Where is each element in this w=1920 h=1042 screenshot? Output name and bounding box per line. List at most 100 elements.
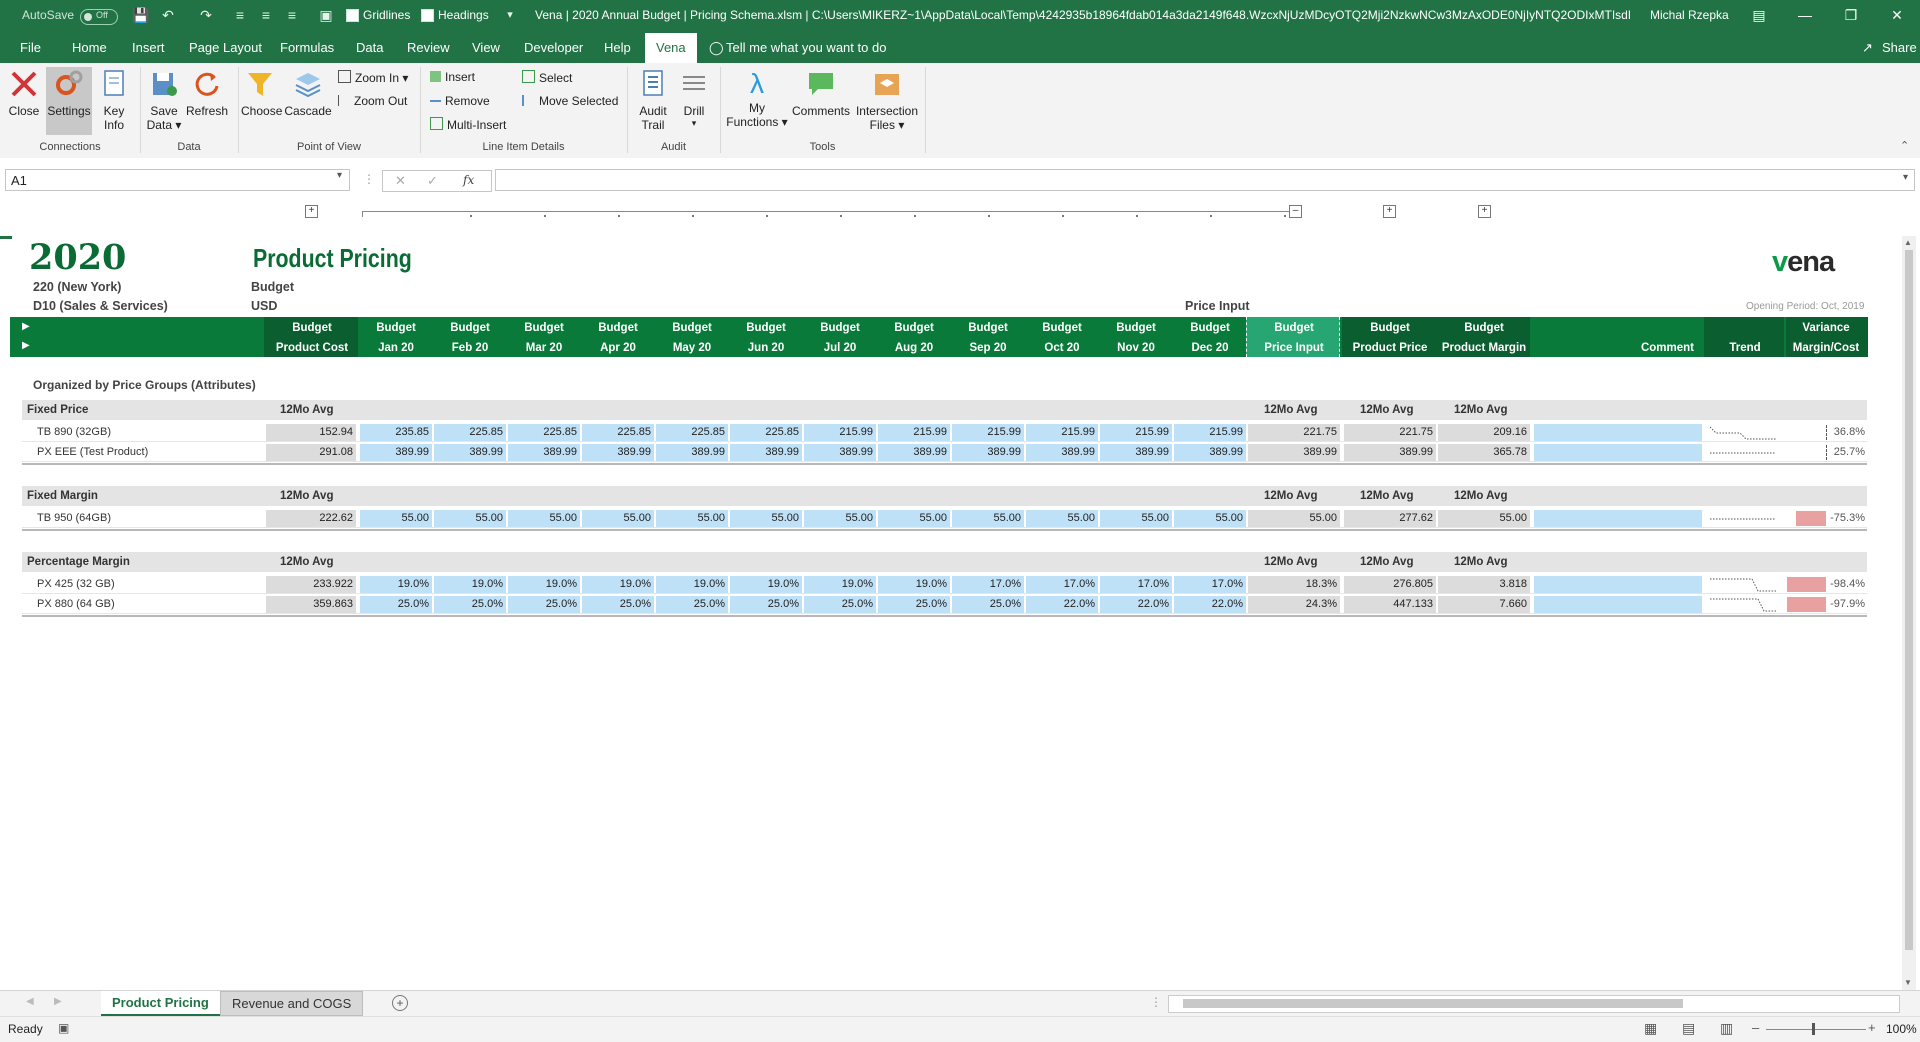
tab-view[interactable]: View	[472, 40, 500, 55]
share-icon[interactable]: ↗	[1862, 40, 1873, 56]
table-cell[interactable]: 55.00	[434, 510, 506, 527]
ribbon-display-icon[interactable]: ▤	[1748, 5, 1770, 25]
table-cell[interactable]: 25.0%	[434, 596, 506, 613]
table-cell[interactable]: 25.0%	[878, 596, 950, 613]
headings-checkbox[interactable]	[421, 9, 434, 22]
align-left-icon[interactable]: ≡	[230, 6, 250, 24]
gridlines-checkbox[interactable]	[346, 9, 359, 22]
comment-cell[interactable]	[1534, 444, 1702, 461]
redo-icon[interactable]: ↷	[196, 6, 216, 24]
tab-insert[interactable]: Insert	[132, 40, 165, 55]
table-cell[interactable]: 19.0%	[508, 576, 580, 593]
name-box[interactable]: A1	[5, 169, 350, 191]
select-button[interactable]: Select	[522, 70, 572, 85]
table-cell[interactable]: 22.0%	[1026, 596, 1098, 613]
table-cell[interactable]: 25.0%	[656, 596, 728, 613]
tab-developer[interactable]: Developer	[524, 40, 583, 55]
table-cell[interactable]: 25.0%	[508, 596, 580, 613]
my-functions-button[interactable]: λ My Functions ▾	[726, 69, 788, 130]
table-cell[interactable]: 17.0%	[1026, 576, 1098, 593]
tab-formulas[interactable]: Formulas	[280, 40, 334, 55]
table-cell[interactable]: 19.0%	[730, 576, 802, 593]
expand-row-icon[interactable]: ▶	[22, 321, 30, 332]
table-cell[interactable]: 215.99	[804, 424, 876, 441]
table-cell[interactable]: 19.0%	[878, 576, 950, 593]
table-cell[interactable]: 55.00	[1100, 510, 1172, 527]
zoom-out-button[interactable]: Zoom Out	[338, 94, 407, 108]
user-name[interactable]: Michal Rzepka	[1650, 8, 1729, 22]
table-cell[interactable]: 19.0%	[434, 576, 506, 593]
table-cell[interactable]: 25.0%	[952, 596, 1024, 613]
table-cell[interactable]: 225.85	[434, 424, 506, 441]
comment-cell[interactable]	[1534, 510, 1702, 527]
zoom-slider-thumb[interactable]	[1812, 1023, 1815, 1035]
enter-icon[interactable]: ✓	[427, 173, 438, 189]
table-cell[interactable]: 225.85	[508, 424, 580, 441]
table-cell[interactable]: 55.00	[804, 510, 876, 527]
add-sheet-icon[interactable]: +	[392, 995, 408, 1011]
worksheet[interactable]: 2020 Product Pricing 220 (New York) D10 …	[0, 236, 1916, 991]
table-cell[interactable]: 19.0%	[656, 576, 728, 593]
remove-button[interactable]: Remove	[430, 94, 490, 108]
table-cell[interactable]: 55.00	[952, 510, 1024, 527]
tab-help[interactable]: Help	[604, 40, 631, 55]
zoom-in-icon[interactable]: +	[1868, 1020, 1876, 1035]
table-cell[interactable]: 389.99	[1100, 444, 1172, 461]
choose-button[interactable]: Choose	[241, 69, 282, 118]
table-cell[interactable]: 55.00	[360, 510, 432, 527]
settings-button[interactable]: Settings	[46, 67, 92, 135]
tab-review[interactable]: Review	[407, 40, 450, 55]
align-right-icon[interactable]: ≡	[282, 6, 302, 24]
table-cell[interactable]: 225.85	[656, 424, 728, 441]
audit-trail-button[interactable]: Audit Trail	[633, 69, 673, 132]
expand-formula-icon[interactable]: ▾	[1903, 172, 1908, 183]
close-button[interactable]: Close	[6, 69, 42, 118]
expand-row-icon[interactable]: ▶	[22, 340, 30, 351]
vertical-scrollbar[interactable]: ▲ ▼	[1902, 236, 1916, 991]
expand-group-icon[interactable]: +	[305, 205, 318, 218]
table-cell[interactable]: 215.99	[1026, 424, 1098, 441]
page-break-view-icon[interactable]: ▥	[1720, 1020, 1733, 1037]
customize-qat-icon[interactable]: ▾	[500, 6, 520, 24]
tab-splitter-icon[interactable]: ⋮	[1150, 995, 1162, 1009]
table-cell[interactable]: 389.99	[952, 444, 1024, 461]
table-cell[interactable]: 389.99	[1174, 444, 1246, 461]
tab-home[interactable]: Home	[72, 40, 107, 55]
zoom-level[interactable]: 100%	[1886, 1022, 1917, 1036]
save-data-button[interactable]: Save Data ▾	[146, 69, 182, 132]
table-cell[interactable]: 55.00	[1174, 510, 1246, 527]
scroll-thumb[interactable]	[1905, 250, 1913, 950]
table-cell[interactable]: 55.00	[878, 510, 950, 527]
table-cell[interactable]: 389.99	[360, 444, 432, 461]
table-cell[interactable]: 22.0%	[1174, 596, 1246, 613]
camera-icon[interactable]: ▣	[316, 6, 336, 24]
table-cell[interactable]: 19.0%	[804, 576, 876, 593]
restore-icon[interactable]: ❐	[1840, 5, 1862, 25]
insert-button[interactable]: Insert	[430, 70, 475, 84]
table-cell[interactable]: 55.00	[656, 510, 728, 527]
table-cell[interactable]: 22.0%	[1100, 596, 1172, 613]
macro-record-icon[interactable]: ▣	[58, 1021, 69, 1035]
multi-insert-button[interactable]: Multi-Insert	[430, 117, 506, 132]
formula-input[interactable]	[495, 169, 1915, 191]
table-cell[interactable]: 389.99	[1026, 444, 1098, 461]
comments-button[interactable]: Comments	[790, 69, 852, 118]
normal-view-icon[interactable]: ▦	[1644, 1020, 1657, 1037]
collapse-ribbon-icon[interactable]: ⌃	[1900, 139, 1909, 152]
table-cell[interactable]: 25.0%	[730, 596, 802, 613]
scroll-up-icon[interactable]: ▲	[1904, 238, 1912, 247]
comment-cell[interactable]	[1534, 576, 1702, 593]
table-cell[interactable]: 25.0%	[360, 596, 432, 613]
next-sheet-icon[interactable]: ▶	[54, 996, 62, 1007]
expand-group-icon[interactable]: +	[1383, 205, 1396, 218]
close-window-icon[interactable]: ✕	[1886, 5, 1908, 25]
table-cell[interactable]: 389.99	[582, 444, 654, 461]
undo-icon[interactable]: ↶	[158, 6, 178, 24]
table-cell[interactable]: 25.0%	[804, 596, 876, 613]
share-button[interactable]: Share	[1882, 40, 1917, 55]
tab-vena[interactable]: Vena	[645, 33, 697, 63]
tab-page-layout[interactable]: Page Layout	[189, 40, 262, 55]
table-cell[interactable]: 225.85	[582, 424, 654, 441]
table-cell[interactable]: 225.85	[730, 424, 802, 441]
minimize-icon[interactable]: —	[1794, 5, 1816, 25]
